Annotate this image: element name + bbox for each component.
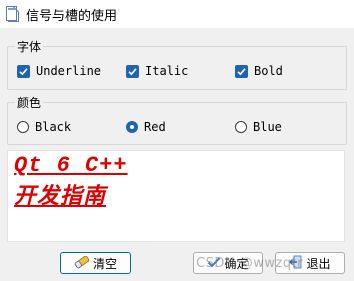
italic-checkbox[interactable]: Italic	[126, 64, 188, 78]
radio-unselected-icon[interactable]	[235, 121, 247, 133]
checkbox-checked-icon[interactable]	[17, 64, 30, 78]
underline-label: Underline	[36, 64, 102, 78]
exit-button-label: 退出	[306, 256, 331, 271]
blue-label: Blue	[253, 120, 282, 134]
black-label: Black	[35, 120, 72, 134]
editor-line-1: Qt 6 C++	[14, 153, 128, 178]
underline-checkbox[interactable]: Underline	[17, 64, 101, 78]
color-group-legend: 颜色	[15, 94, 44, 111]
eraser-icon	[74, 255, 90, 272]
editor-line-2: 开发指南	[14, 183, 107, 209]
red-radio[interactable]: Red	[126, 120, 166, 134]
color-groupbox: 颜色 Black Red Blue	[7, 94, 347, 145]
clear-button-label: 清空	[92, 256, 117, 271]
radio-selected-icon[interactable]	[126, 121, 138, 133]
text-editor[interactable]: Qt 6 C++ 开发指南	[7, 150, 345, 242]
font-groupbox: 字体 Underline Italic Bold	[7, 38, 347, 90]
ok-button[interactable]: 确定	[193, 252, 263, 274]
black-radio[interactable]: Black	[17, 120, 71, 134]
check-icon	[207, 256, 221, 271]
font-group-legend: 字体	[15, 38, 44, 55]
red-label: Red	[144, 120, 166, 134]
exit-button[interactable]: 退出	[275, 252, 345, 274]
app-icon	[6, 6, 19, 22]
ok-button-label: 确定	[224, 256, 249, 271]
bold-checkbox[interactable]: Bold	[235, 64, 283, 78]
blue-radio[interactable]: Blue	[235, 120, 282, 134]
checkbox-checked-icon[interactable]	[126, 64, 139, 78]
bold-label: Bold	[254, 64, 283, 78]
exit-door-icon	[289, 255, 303, 272]
clear-button[interactable]: 清空	[60, 252, 131, 274]
checkbox-checked-icon[interactable]	[235, 64, 248, 78]
window-title: 信号与槽的使用	[26, 8, 118, 24]
title-bar: 信号与槽的使用	[0, 0, 354, 28]
radio-unselected-icon[interactable]	[17, 121, 29, 133]
italic-label: Italic	[145, 64, 189, 78]
